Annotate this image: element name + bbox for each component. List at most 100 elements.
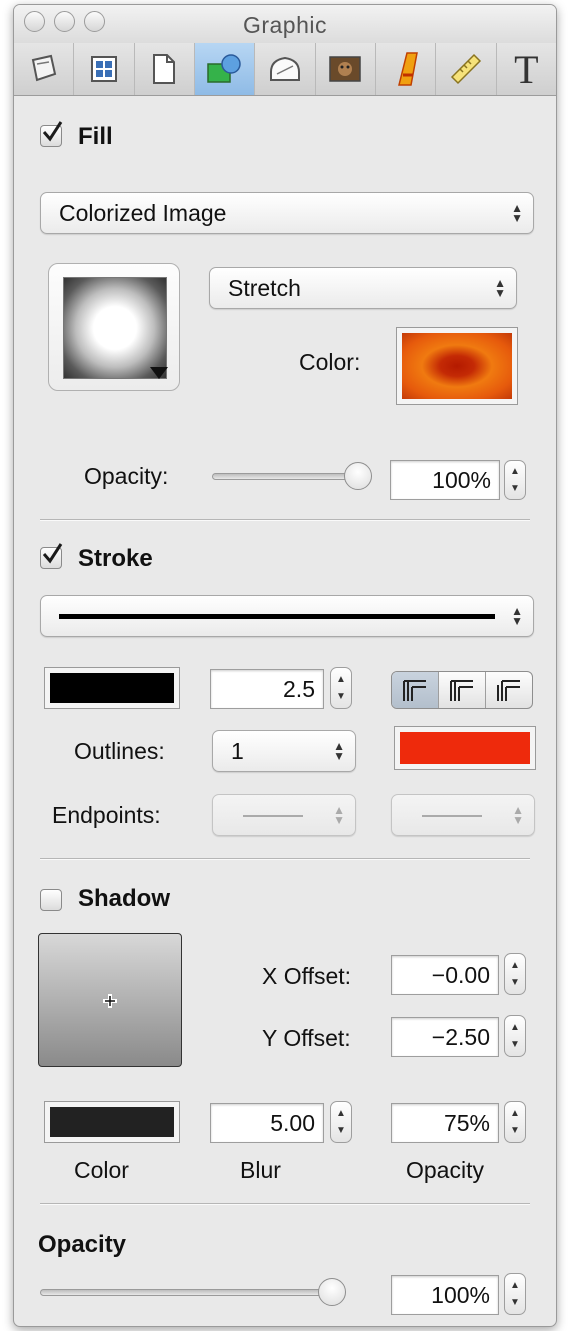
stepper-up-icon: ▲ — [510, 466, 520, 477]
pen-tool-icon — [31, 54, 56, 82]
stroke-color-well[interactable] — [44, 667, 180, 709]
shadow-blur-field[interactable]: 5.00 — [210, 1103, 324, 1143]
stroke-position-segmented[interactable] — [391, 671, 533, 709]
crosshair-icon — [103, 994, 117, 1008]
stepper-down-icon: ▼ — [336, 1125, 346, 1136]
fill-opacity-label: Opacity: — [84, 463, 169, 489]
tab-pen-tool[interactable] — [14, 43, 75, 95]
ruler-icon — [450, 53, 482, 85]
checkmark-icon — [42, 543, 63, 564]
tab-grid[interactable] — [74, 43, 135, 95]
divider — [40, 1203, 530, 1205]
fill-image-well[interactable] — [48, 263, 180, 391]
stepper-up-icon: ▲ — [510, 960, 520, 971]
stepper-down-icon: ▼ — [510, 483, 520, 494]
stroke-inside-icon — [403, 680, 426, 701]
stepper-down-icon: ▼ — [510, 977, 520, 988]
shape-outline-icon — [269, 56, 300, 81]
stepper-up-icon: ▲ — [510, 1280, 520, 1291]
stepper-down-icon: ▼ — [510, 1039, 520, 1050]
outlines-value: 1 — [231, 738, 244, 764]
x-offset-field[interactable]: −0.00 — [391, 955, 499, 995]
y-offset-field[interactable]: −2.50 — [391, 1017, 499, 1057]
x-offset-stepper[interactable]: ▲ ▼ — [504, 953, 526, 995]
shadow-offset-pad[interactable] — [38, 933, 182, 1067]
shape-icon — [206, 54, 241, 83]
divider — [40, 858, 530, 860]
y-offset-stepper[interactable]: ▲ ▼ — [504, 1015, 526, 1057]
object-opacity-field[interactable]: 100% — [391, 1275, 499, 1315]
tab-ruler[interactable] — [436, 43, 497, 95]
stroke-width-stepper[interactable]: ▲ ▼ — [330, 667, 352, 709]
shadow-color-well[interactable] — [44, 1101, 180, 1143]
outlines-label: Outlines: — [74, 738, 165, 764]
endpoint-line-preview — [422, 815, 482, 817]
select-arrows-icon: ▲ ▼ — [512, 803, 524, 827]
stroke-label: Stroke — [78, 545, 153, 572]
tab-shape[interactable] — [194, 43, 256, 95]
fill-type-select[interactable]: Colorized Image ▲ ▼ — [40, 192, 534, 234]
stroke-outside-icon — [497, 680, 520, 701]
shadow-checkbox[interactable] — [40, 889, 62, 911]
text-icon: T — [514, 46, 539, 92]
grid-icon — [90, 56, 117, 82]
window-title: Graphic — [242, 12, 328, 38]
select-arrows-icon: ▲ ▼ — [333, 739, 345, 763]
stroke-color-swatch — [50, 673, 174, 703]
stepper-down-icon: ▼ — [510, 1297, 520, 1308]
tab-font-style[interactable] — [376, 43, 437, 95]
select-arrows-icon: ▲ ▼ — [494, 276, 506, 300]
disclosure-triangle-icon — [150, 367, 168, 379]
shadow-color-caption: Color — [74, 1157, 129, 1183]
checkmark-icon — [42, 121, 63, 142]
outline-color-swatch — [400, 732, 530, 764]
start-endpoint-select[interactable]: ▲ ▼ — [212, 794, 356, 836]
shadow-opacity-field[interactable]: 75% — [391, 1103, 499, 1143]
object-opacity-slider-track[interactable] — [40, 1289, 344, 1296]
title-bar[interactable]: Graphic — [14, 5, 556, 43]
stroke-width-field[interactable]: 2.5 — [210, 669, 324, 709]
stroke-style-select[interactable]: ▲ ▼ — [40, 595, 534, 637]
fill-color-well[interactable] — [396, 327, 518, 405]
y-offset-label: Y Offset: — [262, 1025, 351, 1051]
endpoint-line-preview — [243, 815, 303, 817]
fill-checkbox[interactable] — [40, 121, 63, 147]
shadow-blur-stepper[interactable]: ▲ ▼ — [330, 1101, 352, 1143]
fill-color-label: Color: — [299, 349, 361, 375]
shadow-opacity-caption: Opacity — [406, 1157, 484, 1183]
stroke-outside-button[interactable] — [486, 672, 532, 708]
fill-opacity-field[interactable]: 100% — [390, 460, 500, 500]
stroke-style-line-preview — [59, 614, 495, 619]
fill-scale-select[interactable]: Stretch ▲ ▼ — [209, 267, 517, 309]
stepper-down-icon: ▼ — [510, 1125, 520, 1136]
select-arrows-icon: ▲ ▼ — [511, 201, 523, 225]
shadow-blur-caption: Blur — [240, 1157, 281, 1183]
tab-text[interactable]: T — [497, 43, 556, 95]
tab-shape-outline[interactable] — [255, 43, 316, 95]
image-icon — [329, 56, 362, 82]
graphic-inspector-window: Graphic T Fill Colorized Image ▲ ▼ Stret… — [13, 4, 557, 1327]
shadow-opacity-stepper[interactable]: ▲ ▼ — [504, 1101, 526, 1143]
fill-scale-value: Stretch — [228, 275, 301, 301]
stepper-up-icon: ▲ — [510, 1108, 520, 1119]
stroke-checkbox[interactable] — [40, 543, 63, 569]
object-opacity-label: Opacity — [38, 1231, 127, 1258]
outlines-select[interactable]: 1 ▲ ▼ — [212, 730, 356, 772]
object-opacity-slider-knob[interactable] — [318, 1278, 346, 1306]
fill-label: Fill — [78, 123, 113, 150]
fill-type-value: Colorized Image — [59, 200, 227, 226]
stroke-center-icon — [450, 680, 473, 701]
stepper-up-icon: ▲ — [510, 1022, 520, 1033]
end-endpoint-select[interactable]: ▲ ▼ — [391, 794, 535, 836]
stroke-center-button[interactable] — [439, 672, 486, 708]
fill-opacity-stepper[interactable]: ▲ ▼ — [504, 460, 526, 500]
tab-image[interactable] — [316, 43, 376, 95]
tab-document[interactable] — [135, 43, 195, 95]
object-opacity-stepper[interactable]: ▲ ▼ — [504, 1273, 526, 1315]
shadow-label: Shadow — [78, 885, 171, 912]
shadow-color-swatch — [50, 1107, 174, 1137]
fill-opacity-slider-knob[interactable] — [344, 462, 372, 490]
outline-color-well[interactable] — [394, 726, 536, 770]
font-style-icon — [397, 52, 418, 86]
stroke-inside-button[interactable] — [392, 672, 439, 708]
